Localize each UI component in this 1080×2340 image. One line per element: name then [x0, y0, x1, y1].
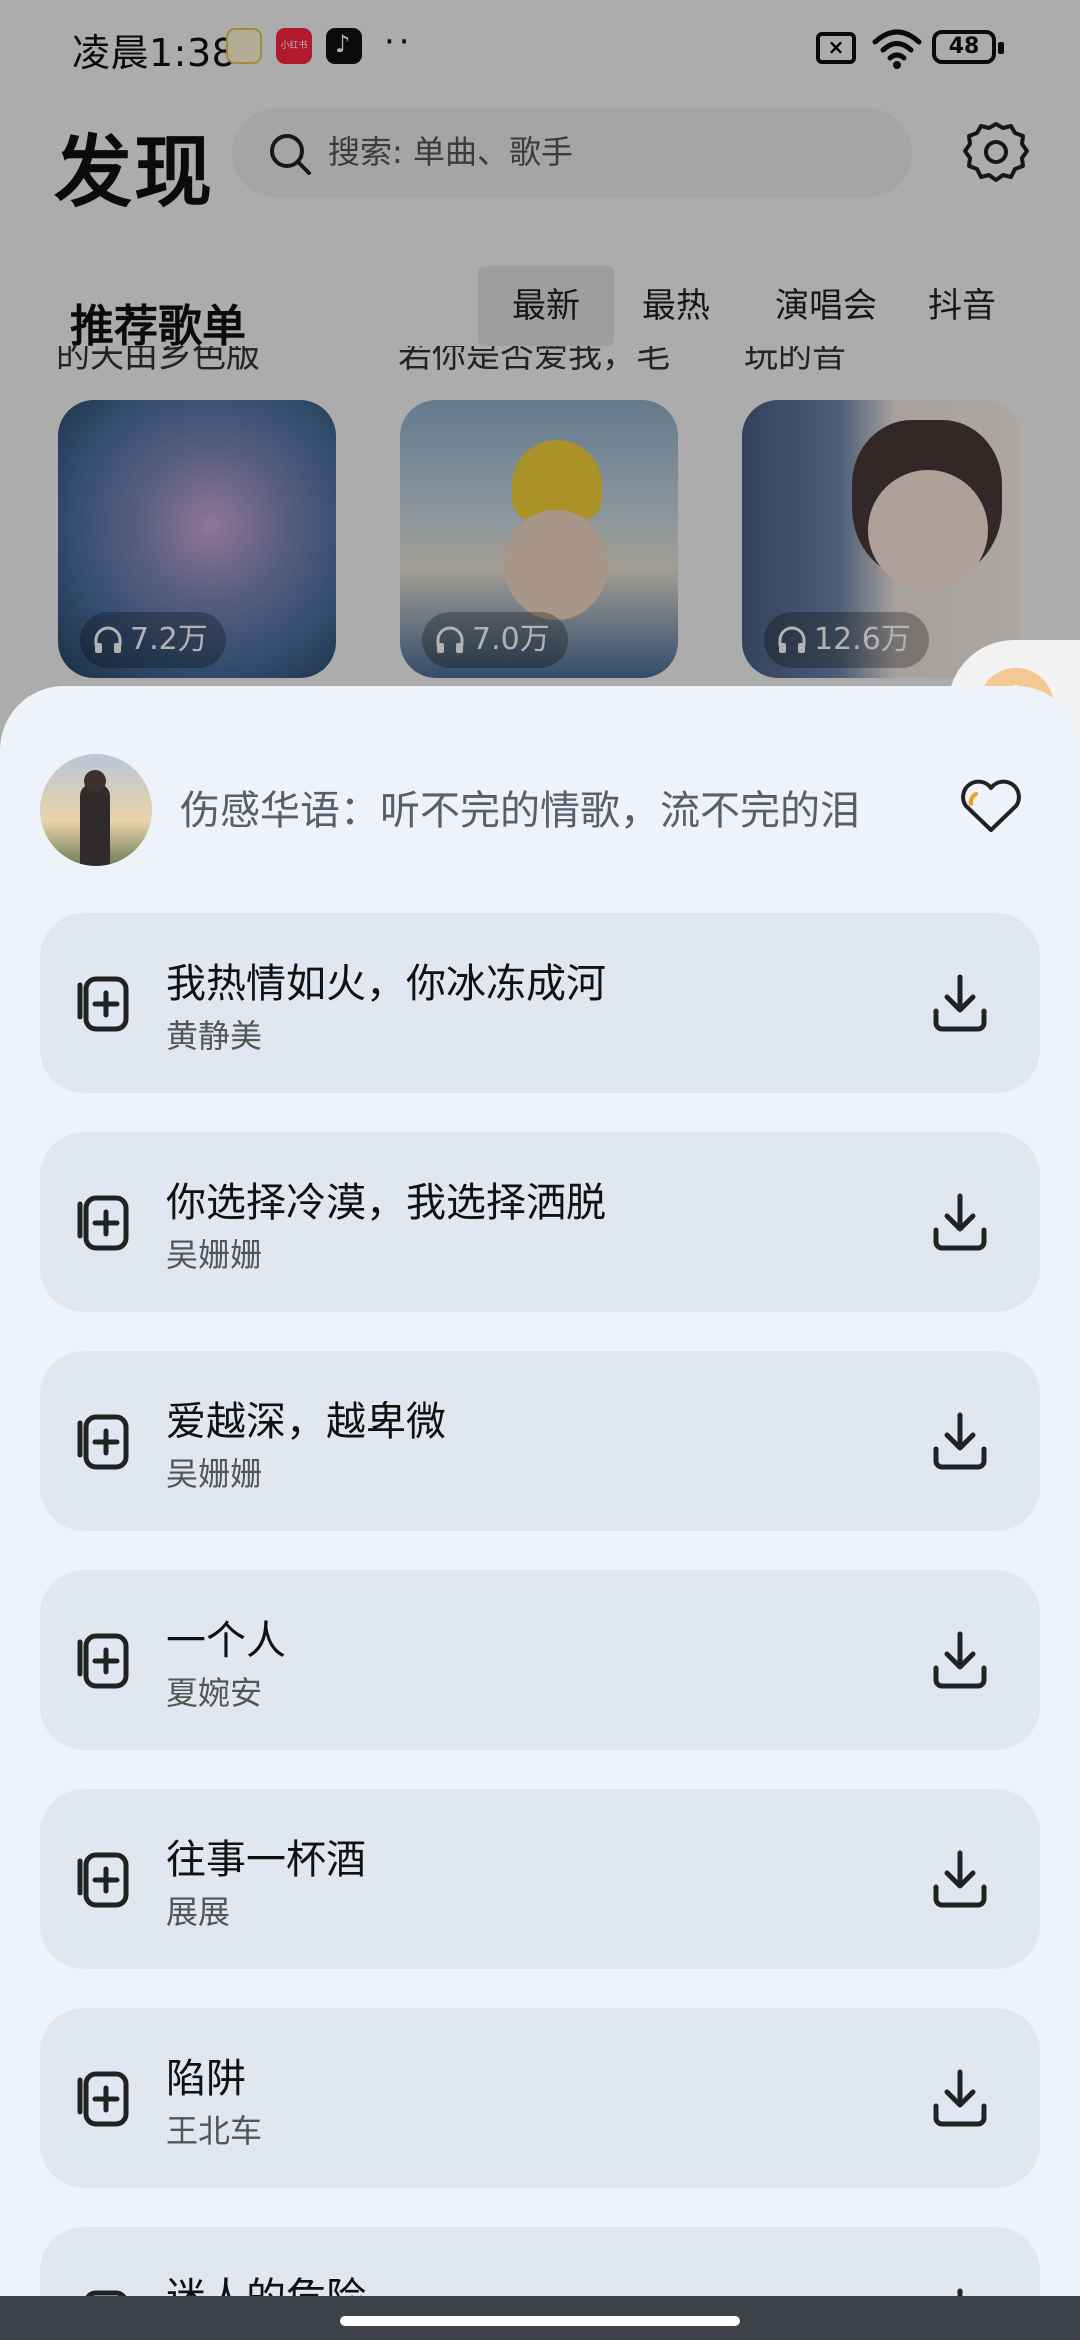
- song-artist: 黄静美: [166, 1017, 263, 1055]
- song-artist: 展展: [166, 1893, 231, 1931]
- modal-scrim[interactable]: [0, 0, 1080, 760]
- add-to-playlist-icon[interactable]: [74, 1847, 138, 1911]
- song-title: 陷阱: [166, 2056, 246, 2102]
- song-artist: 王北车: [166, 2112, 263, 2150]
- song-row[interactable]: 往事一杯酒 展展: [40, 1789, 1040, 1969]
- download-icon[interactable]: [926, 2064, 994, 2132]
- song-row[interactable]: 我热情如火，你冰冻成河黄静美: [40, 913, 1040, 1093]
- song-row[interactable]: 一个人 夏婉安: [40, 1570, 1040, 1750]
- download-icon[interactable]: [926, 1188, 994, 1256]
- playlist-title: 伤感华语：听不完的情歌，流不完的泪: [180, 788, 860, 834]
- download-icon[interactable]: [926, 1626, 994, 1694]
- song-artist: 吴姗姗: [166, 1455, 263, 1493]
- song-title: 你选择冷漠，我选择洒脱: [166, 1180, 606, 1226]
- song-row[interactable]: 你选择冷漠，我选择洒脱吴姗姗: [40, 1132, 1040, 1312]
- add-to-playlist-icon[interactable]: [74, 1628, 138, 1692]
- song-title: 一个人: [166, 1618, 286, 1664]
- add-to-playlist-icon[interactable]: [74, 971, 138, 1035]
- song-title: 我热情如火，你冰冻成河: [166, 961, 606, 1007]
- home-indicator[interactable]: [340, 2316, 740, 2326]
- heart-icon[interactable]: [958, 776, 1024, 836]
- navigation-bar: [0, 2296, 1080, 2340]
- discover-page: 凌晨1:38 小红书 ·· × 48 发现 搜索: 单曲、歌手 推荐歌单 最新 …: [0, 0, 1080, 760]
- download-icon[interactable]: [926, 1407, 994, 1475]
- download-icon[interactable]: [926, 1845, 994, 1913]
- playlist-bottom-sheet: 伤感华语：听不完的情歌，流不完的泪 我热情如火，你冰冻成河黄静美你选择冷漠，我选…: [0, 686, 1080, 2340]
- song-title: 爱越深，越卑微: [166, 1399, 446, 1445]
- download-icon[interactable]: [926, 969, 994, 1037]
- add-to-playlist-icon[interactable]: [74, 1409, 138, 1473]
- song-row[interactable]: 陷阱 王北车: [40, 2008, 1040, 2188]
- playlist-cover: [40, 754, 152, 866]
- song-row[interactable]: 爱越深，越卑微吴姗姗: [40, 1351, 1040, 1531]
- add-to-playlist-icon[interactable]: [74, 2066, 138, 2130]
- song-artist: 吴姗姗: [166, 1236, 263, 1274]
- song-artist: 夏婉安: [166, 1674, 263, 1712]
- song-title: 往事一杯酒: [166, 1837, 366, 1883]
- add-to-playlist-icon[interactable]: [74, 1190, 138, 1254]
